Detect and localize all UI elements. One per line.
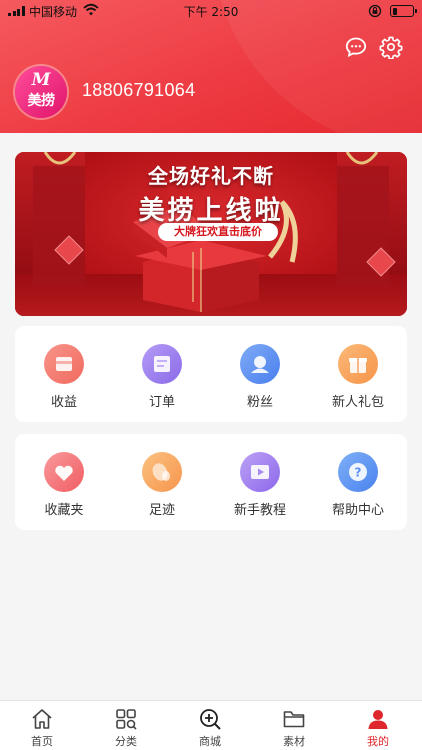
menu-item-tutorial[interactable]: 新手教程	[211, 434, 309, 530]
tab-mine[interactable]: 我的	[336, 701, 420, 750]
status-time: 下午 2:50	[183, 5, 239, 19]
gear-icon[interactable]	[379, 35, 403, 60]
user-icon	[368, 710, 388, 729]
help-icon: ?	[338, 452, 378, 492]
message-icon[interactable]	[344, 35, 368, 59]
footprint-icon	[142, 452, 182, 492]
tools-menu-card: 收藏夹 足迹 新手教程 ? 帮助中心	[15, 434, 407, 530]
order-icon	[142, 344, 182, 384]
home-icon	[32, 709, 52, 729]
banner-tagline: 大牌狂欢直击底价	[158, 223, 278, 241]
logo-text: 美捞	[27, 93, 56, 109]
menu-item-newbie-gift[interactable]: 新人礼包	[309, 326, 407, 422]
menu-label: 收藏夹	[44, 503, 84, 518]
profile-header: 中国移动 下午 2:50 M 美捞 18806791064	[0, 0, 422, 133]
menu-label: 订单	[148, 395, 175, 410]
mall-icon	[200, 709, 221, 730]
gift-icon	[338, 344, 378, 384]
tab-label: 分类	[115, 735, 137, 748]
menu-label: 收益	[50, 395, 77, 410]
phone-number: 18806791064	[82, 80, 196, 100]
menu-item-favorites[interactable]: 收藏夹	[15, 434, 113, 530]
menu-item-footprint[interactable]: 足迹	[113, 434, 211, 530]
menu-item-orders[interactable]: 订单	[113, 326, 211, 422]
menu-item-fans[interactable]: 粉丝	[211, 326, 309, 422]
tutorial-icon	[240, 452, 280, 492]
banner-title-line1: 全场好礼不断	[148, 164, 274, 188]
category-icon	[116, 709, 137, 730]
promo-banner[interactable]: 全场好礼不断 美捞上线啦 大牌狂欢直击底价	[15, 152, 407, 316]
tab-home[interactable]: 首页	[0, 701, 84, 750]
logo-letter: M	[31, 70, 51, 90]
battery-icon	[390, 5, 417, 17]
menu-label: 新人礼包	[331, 395, 384, 410]
tab-label: 我的	[367, 735, 389, 748]
menu-label: 新手教程	[233, 503, 286, 518]
tab-bar: 首页 分类 商城 素材 我的	[0, 700, 422, 750]
favorites-icon	[44, 452, 84, 492]
folder-icon	[283, 711, 305, 728]
earnings-menu-card: 收益 订单 粉丝 新人礼包	[15, 326, 407, 422]
tab-label: 素材	[283, 735, 305, 748]
tab-category[interactable]: 分类	[84, 701, 168, 750]
income-icon	[44, 344, 84, 384]
tab-materials[interactable]: 素材	[252, 701, 336, 750]
menu-label: 帮助中心	[331, 503, 384, 518]
tab-label: 商城	[199, 735, 221, 748]
menu-item-income[interactable]: 收益	[15, 326, 113, 422]
rotation-lock-icon	[368, 4, 382, 21]
status-bar: 中国移动 下午 2:50	[0, 0, 422, 22]
menu-label: 粉丝	[246, 395, 273, 410]
avatar[interactable]: M 美捞	[15, 66, 67, 118]
tab-mall[interactable]: 商城	[168, 701, 252, 750]
menu-label: 足迹	[148, 503, 175, 518]
svg-text:?: ?	[355, 466, 362, 480]
menu-item-help-center[interactable]: ? 帮助中心	[309, 434, 407, 530]
tab-label: 首页	[31, 735, 53, 748]
fans-icon	[240, 344, 280, 384]
banner-title-line2: 美捞上线啦	[138, 196, 284, 226]
